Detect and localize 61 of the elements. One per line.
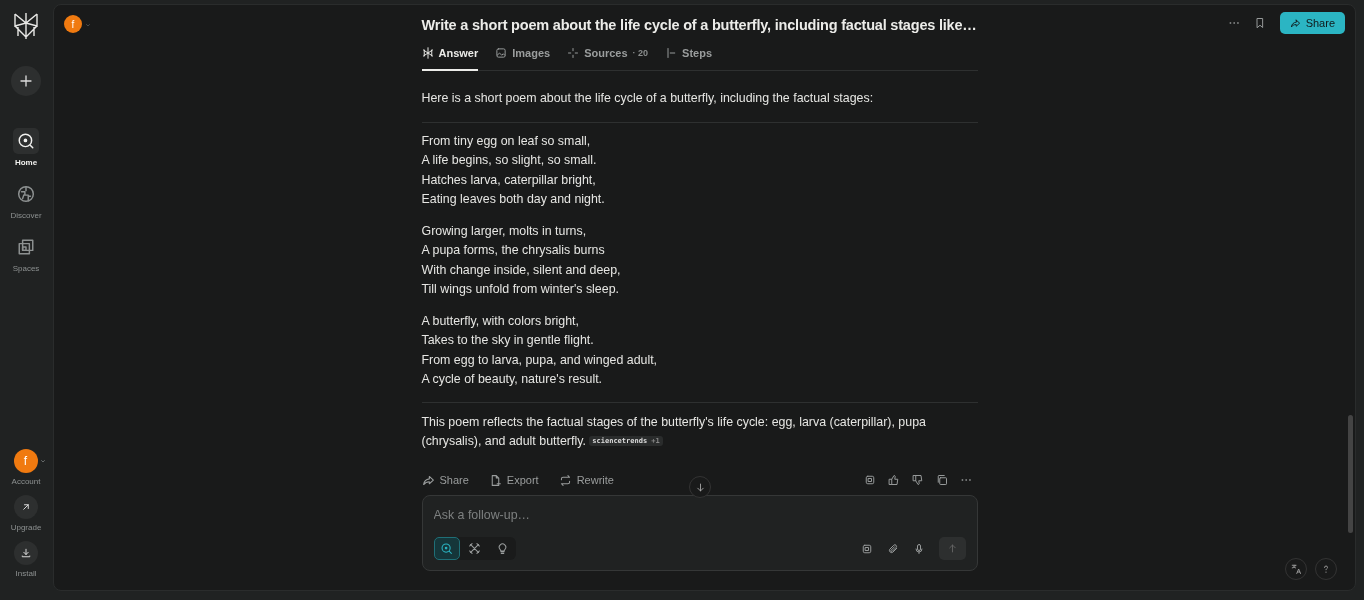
poem-line: A pupa forms, the chrysalis burns — [421, 242, 606, 259]
thumbs-up-icon — [887, 474, 900, 486]
action-button[interactable]: Export — [488, 473, 539, 487]
poem-line: A cycle of beauty, nature's result. — [421, 371, 604, 388]
chip-icon — [863, 474, 876, 486]
poem-line: A life begins, so slight, so small. — [421, 152, 598, 169]
answer-intro: Here is a short poem about the life cycle of a butterfly, including the factual stages: — [421, 89, 978, 123]
microphone-icon — [912, 542, 925, 555]
new-thread-button[interactable] — [11, 66, 41, 96]
poem-line: Hatches larva, caterpillar bright, — [421, 171, 597, 189]
arrow-up-right-icon — [20, 501, 32, 513]
mode-toggle[interactable] — [433, 537, 460, 560]
poem-line: With change inside, silent and deep, — [421, 261, 622, 279]
thumbs-down-icon — [911, 474, 924, 486]
sidebar-item[interactable]: Spaces — [12, 234, 40, 273]
search-icon — [17, 132, 35, 150]
plus-icon — [18, 73, 34, 89]
tab[interactable]: Sources · 20 — [567, 47, 649, 71]
download-icon — [20, 547, 32, 559]
action-button[interactable]: Share — [421, 473, 469, 487]
action-button[interactable]: Rewrite — [558, 473, 614, 487]
copy-icon — [935, 474, 948, 486]
cross-icon — [468, 542, 481, 555]
poem-line: Till wings unfold from winter's sleep. — [421, 281, 620, 298]
poem-line: A butterfly, with colors bright, — [421, 312, 580, 330]
poem-line: Takes to the sky in gentle flight. — [421, 332, 595, 349]
spark-icon — [421, 47, 434, 59]
image-icon — [495, 47, 508, 59]
thread-title: Write a short poem about the life cycle of a butterfly, including factual stages like… — [421, 16, 977, 34]
repeat-icon — [558, 473, 572, 487]
account-button[interactable]: f Account — [5, 449, 47, 486]
poem-line: Eating leaves both day and night. — [421, 191, 606, 208]
poem-line: From tiny egg on leaf so small, — [421, 132, 592, 150]
chip-icon — [860, 542, 873, 555]
tab[interactable]: Images — [495, 47, 551, 71]
arrow-up-icon — [946, 543, 958, 554]
poem-line: Growing larger, molts in turns, — [421, 222, 588, 240]
arrow-down-icon — [694, 481, 706, 493]
source-count: · 20 — [632, 48, 649, 58]
search-icon — [440, 542, 453, 555]
scroll-down-button[interactable] — [689, 476, 711, 498]
scrollbar[interactable] — [1348, 415, 1353, 533]
globe-icon — [17, 185, 35, 203]
sources-icon — [567, 47, 580, 59]
lightbulb-icon — [496, 542, 509, 555]
share-button[interactable]: Share — [1279, 12, 1345, 34]
share-icon — [421, 473, 435, 487]
chevron-down-icon — [84, 21, 92, 29]
sidebar-item[interactable]: Discover — [10, 181, 42, 220]
steps-icon — [665, 47, 678, 59]
layers-icon — [17, 238, 35, 256]
translate-icon — [1290, 563, 1302, 575]
sidebar-item[interactable]: Upgrade — [10, 495, 42, 532]
logo-icon[interactable] — [13, 12, 39, 40]
share-icon — [1289, 17, 1301, 29]
avatar: f — [13, 449, 38, 473]
poem-line: From egg to larva, pupa, and winged adult, — [421, 351, 659, 369]
tab[interactable]: Steps — [665, 47, 713, 71]
chevron-down-icon — [38, 457, 47, 465]
follow-up-field[interactable]: Ask a follow-up… — [433, 507, 966, 522]
tab[interactable]: Answer — [421, 47, 479, 71]
